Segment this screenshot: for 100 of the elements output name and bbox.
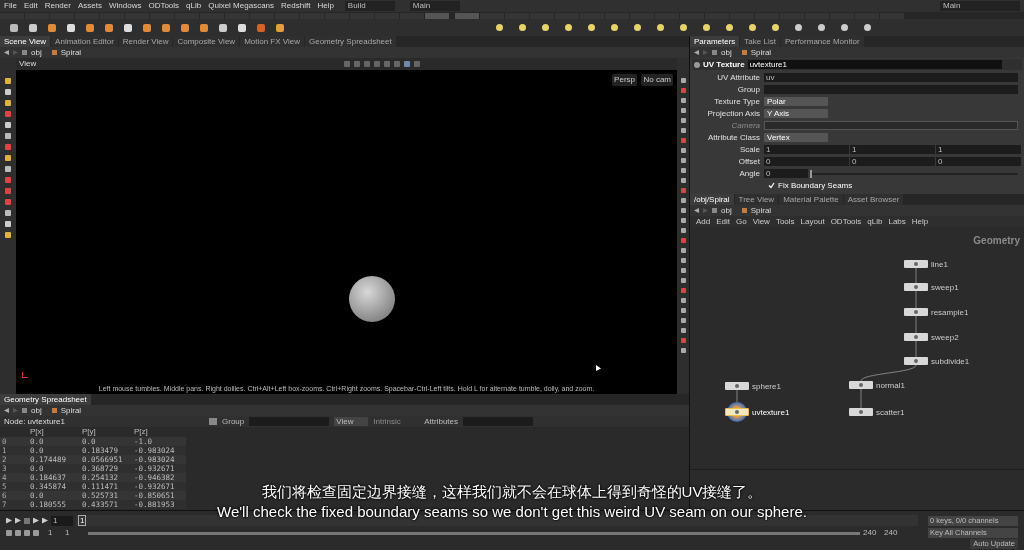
- shelf-tool-icon[interactable]: [634, 24, 641, 31]
- shelf-tool-icon[interactable]: [219, 23, 227, 32]
- menu-item[interactable]: Help: [911, 215, 929, 228]
- camera-menu[interactable]: No cam: [641, 74, 673, 86]
- path-segment[interactable]: obj: [721, 204, 732, 217]
- pane-tab[interactable]: Animation Editor: [51, 36, 118, 47]
- node-name-field[interactable]: uvtexture1: [747, 60, 1002, 69]
- text-field[interactable]: [764, 85, 1018, 94]
- checkbox[interactable]: [768, 182, 775, 189]
- start-frame-field[interactable]: 1: [42, 527, 62, 539]
- menu-item[interactable]: Windows: [108, 1, 142, 11]
- text-field[interactable]: uv: [764, 73, 1018, 82]
- shelf-tool-icon[interactable]: [657, 24, 664, 31]
- gear-icon[interactable]: [694, 61, 700, 68]
- shelf-tool-icon[interactable]: [48, 23, 56, 32]
- shelf-tool-icon[interactable]: [162, 23, 170, 32]
- menu-item[interactable]: qLib: [867, 215, 883, 228]
- number-field[interactable]: 0: [850, 157, 935, 166]
- pane-tab[interactable]: Material Palette: [779, 194, 843, 205]
- shelf-tool-icon[interactable]: [703, 24, 710, 31]
- menu-item[interactable]: Assets: [77, 1, 102, 11]
- shelf-tool-icon[interactable]: [200, 23, 208, 32]
- network-node[interactable]: [904, 357, 928, 365]
- menu-item[interactable]: ODTools: [830, 215, 862, 228]
- path-segment[interactable]: Spiral: [750, 46, 772, 59]
- network-node[interactable]: [904, 260, 928, 268]
- pane-tab[interactable]: Geometry Spreadsheet: [0, 394, 91, 405]
- pane-tab[interactable]: Motion FX View: [240, 36, 304, 47]
- menu-item[interactable]: qLib: [186, 1, 202, 11]
- menu-item[interactable]: Go: [736, 215, 747, 228]
- network-node[interactable]: [904, 333, 928, 341]
- path-segment[interactable]: obj: [31, 46, 42, 59]
- view-dropdown[interactable]: View: [334, 417, 369, 426]
- network-node[interactable]: [725, 382, 749, 390]
- shelf-tool-icon[interactable]: [496, 24, 503, 31]
- network-node[interactable]: [725, 408, 749, 416]
- dropdown[interactable]: Polar: [764, 97, 828, 106]
- number-field[interactable]: 1: [764, 145, 849, 154]
- path-segment[interactable]: obj: [31, 404, 42, 417]
- path-segment[interactable]: Spiral: [60, 46, 82, 59]
- pane-tab[interactable]: Tree View: [734, 194, 779, 205]
- pane-tab[interactable]: Take List: [740, 36, 780, 47]
- menu-item[interactable]: Render: [44, 1, 71, 11]
- shelf-tool-icon[interactable]: [238, 23, 246, 32]
- desktop-dropdown[interactable]: Build: [344, 1, 395, 11]
- pane-tab[interactable]: Scene View: [0, 36, 51, 47]
- shelf-tool-icon[interactable]: [611, 24, 618, 31]
- number-field[interactable]: 0: [764, 169, 808, 178]
- shelf-tool-icon[interactable]: [181, 23, 189, 32]
- shelf-tool-icon[interactable]: [565, 24, 572, 31]
- shelf-tool-icon[interactable]: [86, 23, 94, 32]
- menu-item[interactable]: Edit: [23, 1, 38, 11]
- shelf-tool-icon[interactable]: [588, 24, 595, 31]
- shelf-tool-icon[interactable]: [29, 23, 37, 32]
- pane-tab[interactable]: Geometry Spreadsheet: [305, 36, 396, 47]
- shelf-tool-icon[interactable]: [105, 23, 113, 32]
- number-field[interactable]: 0: [936, 157, 1021, 166]
- pane-tab[interactable]: Parameters: [690, 36, 740, 47]
- menu-item[interactable]: Labs: [888, 215, 906, 228]
- dropdown[interactable]: Y Axis: [764, 109, 828, 118]
- dropdown[interactable]: Vertex: [764, 133, 828, 142]
- path-segment[interactable]: Spiral: [60, 404, 82, 417]
- number-field[interactable]: 0: [764, 157, 849, 166]
- shelf-tool-icon[interactable]: [818, 24, 825, 31]
- workspace-dropdown[interactable]: Main: [940, 1, 1020, 11]
- menu-item[interactable]: Layout: [800, 215, 825, 228]
- menu-item[interactable]: File: [4, 1, 17, 11]
- range-end-field[interactable]: 240: [863, 527, 881, 539]
- end-frame-field[interactable]: 240: [884, 527, 902, 539]
- menu-item[interactable]: Edit: [716, 215, 731, 228]
- shelf-tool-icon[interactable]: [749, 24, 756, 31]
- camera-menu[interactable]: Persp: [612, 74, 637, 86]
- number-field[interactable]: 1: [936, 145, 1021, 154]
- column-header[interactable]: P[z]: [134, 427, 186, 438]
- shelf-tool-icon[interactable]: [542, 24, 549, 31]
- range-start-field[interactable]: 1: [65, 527, 85, 539]
- menu-item[interactable]: View: [752, 215, 770, 228]
- text-field[interactable]: [764, 121, 1018, 130]
- shelf-tool-icon[interactable]: [795, 24, 802, 31]
- menu-item[interactable]: Redshift: [281, 1, 311, 11]
- shelf-tool-icon[interactable]: [726, 24, 733, 31]
- network-node[interactable]: [849, 408, 873, 416]
- frame-field[interactable]: 1: [51, 515, 73, 526]
- menu-item[interactable]: Add: [696, 215, 711, 228]
- pane-tab[interactable]: Render View: [118, 36, 173, 47]
- shelf-tool-icon[interactable]: [680, 24, 687, 31]
- shelf-tool-icon[interactable]: [124, 23, 132, 32]
- number-field[interactable]: 1: [850, 145, 935, 154]
- shelf-tool-icon[interactable]: [772, 24, 779, 31]
- shelf-tool-icon[interactable]: [519, 24, 526, 31]
- column-header[interactable]: P[y]: [82, 427, 134, 438]
- pane-tab[interactable]: Performance Monitor: [780, 36, 864, 47]
- menu-item[interactable]: Help: [317, 1, 334, 11]
- menu-item[interactable]: ODTools: [148, 1, 180, 11]
- shelf-tool-icon[interactable]: [276, 23, 284, 32]
- play-icon[interactable]: [33, 517, 39, 524]
- column-header[interactable]: P[x]: [30, 427, 82, 438]
- shelf-tool-icon[interactable]: [67, 23, 75, 32]
- shelf-tool-icon[interactable]: [841, 24, 848, 31]
- network-node[interactable]: [849, 381, 873, 389]
